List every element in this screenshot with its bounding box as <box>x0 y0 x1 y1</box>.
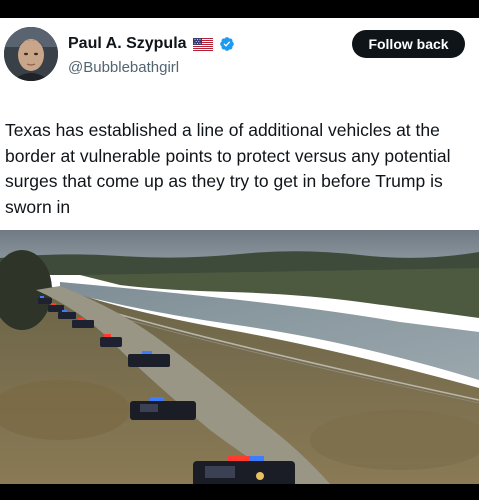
tweet-card: Paul A. Szypula @Bubblebathgirl Follow b… <box>0 18 479 484</box>
author-display-name[interactable]: Paul A. Szypula <box>68 35 187 53</box>
photo-river-border-vehicles <box>0 230 479 484</box>
avatar[interactable] <box>4 27 58 81</box>
verified-badge-icon <box>219 36 235 52</box>
top-black-bar <box>0 0 479 18</box>
author-name-row: Paul A. Szypula <box>68 35 235 53</box>
avatar-photo <box>4 27 58 81</box>
us-flag-icon <box>192 37 213 51</box>
follow-back-button[interactable]: Follow back <box>352 30 465 58</box>
bottom-black-bar <box>0 484 479 500</box>
tweet-media-photo[interactable] <box>0 230 479 484</box>
tweet-text: Texas has established a line of addition… <box>5 120 451 217</box>
author-handle[interactable]: @Bubblebathgirl <box>68 59 179 76</box>
